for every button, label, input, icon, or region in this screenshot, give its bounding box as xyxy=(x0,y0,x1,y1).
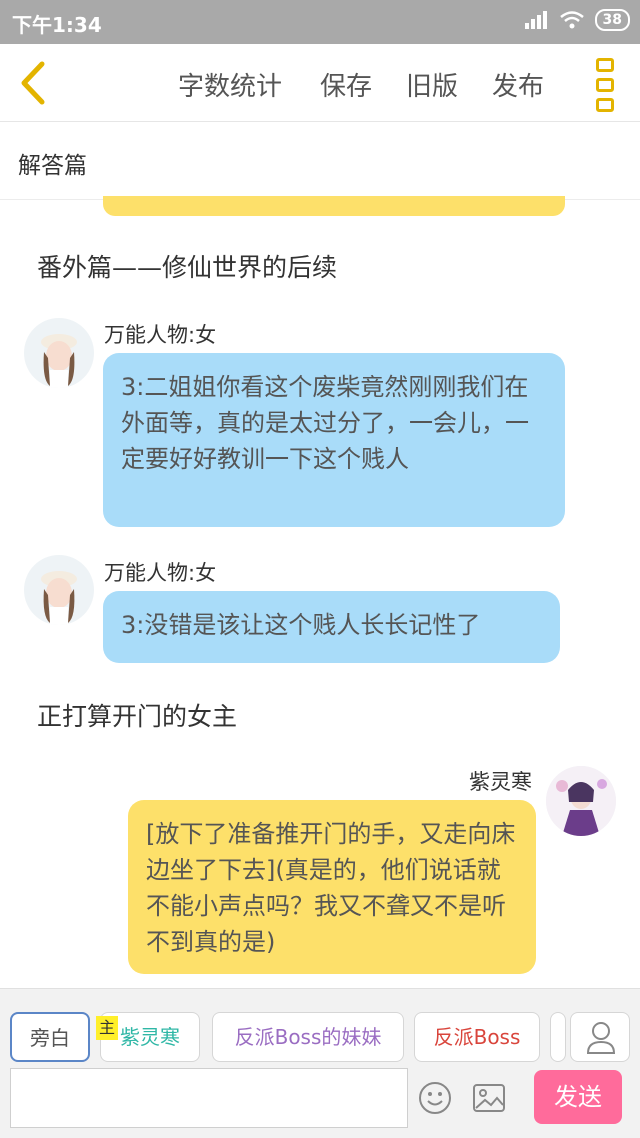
menu-dot-icon xyxy=(596,58,614,72)
battery-indicator: 38 xyxy=(594,9,630,31)
status-bar: 下午1:34 38 xyxy=(0,0,640,44)
character-avatar-icon xyxy=(546,766,616,836)
person-icon xyxy=(586,1022,616,1054)
message-bubble[interactable]: [放下了准备推开门的手，又走向床边坐了下去](真是的，他们说话就不能小声点吗？我… xyxy=(128,800,536,974)
avatar[interactable] xyxy=(24,318,94,388)
role-narrator-button[interactable]: 旁白 xyxy=(10,1012,90,1062)
signal-icon xyxy=(524,11,547,29)
character-avatar-icon xyxy=(41,334,77,388)
role-button-partial[interactable] xyxy=(550,1012,566,1062)
speaker-name: 紫灵寒 xyxy=(469,770,532,794)
message-bubble[interactable]: 3:二姐姐你看这个废柴竟然刚刚我们在外面等，真的是太过分了，一会儿，一定要好好教… xyxy=(103,353,565,527)
more-menu-button[interactable] xyxy=(592,58,618,112)
send-button[interactable]: 发送 xyxy=(534,1070,622,1124)
wifi-icon xyxy=(559,11,584,29)
smiley-icon xyxy=(419,1082,451,1114)
editor-toolbar: 字数统计 保存 旧版 发布 xyxy=(0,44,640,122)
chapter-title[interactable]: 解答篇 xyxy=(18,146,87,180)
word-count-button[interactable]: 字数统计 xyxy=(178,66,282,103)
avatar[interactable] xyxy=(546,766,616,836)
menu-dot-icon xyxy=(596,78,614,92)
chevron-left-icon xyxy=(21,61,45,105)
emoji-button[interactable] xyxy=(418,1081,452,1115)
speaker-name: 万能人物:女 xyxy=(104,561,217,585)
character-avatar-icon xyxy=(41,571,77,625)
status-icons: 38 xyxy=(523,9,630,31)
previous-message-bubble[interactable] xyxy=(103,196,565,216)
message-bubble[interactable]: 3:没错是该让这个贱人长长记性了 xyxy=(103,591,560,663)
menu-dot-icon xyxy=(596,98,614,112)
narration-text[interactable]: 正打算开门的女主 xyxy=(37,697,237,733)
save-button[interactable]: 保存 xyxy=(320,66,372,103)
narration-text[interactable]: 番外篇——修仙世界的后续 xyxy=(37,248,337,284)
speaker-name: 万能人物:女 xyxy=(104,323,217,347)
add-role-button[interactable] xyxy=(570,1012,630,1062)
back-button[interactable] xyxy=(14,58,54,108)
old-version-button[interactable]: 旧版 xyxy=(406,66,458,103)
role-button[interactable]: 反派Boss的妹妹 xyxy=(212,1012,404,1062)
role-button[interactable]: 反派Boss xyxy=(414,1012,540,1062)
status-time: 下午1:34 xyxy=(12,13,102,37)
image-icon xyxy=(473,1084,505,1112)
master-tag: 主 xyxy=(96,1016,118,1040)
insert-image-button[interactable] xyxy=(472,1083,506,1113)
publish-button[interactable]: 发布 xyxy=(492,66,544,103)
avatar[interactable] xyxy=(24,555,94,625)
message-input[interactable] xyxy=(10,1068,408,1128)
